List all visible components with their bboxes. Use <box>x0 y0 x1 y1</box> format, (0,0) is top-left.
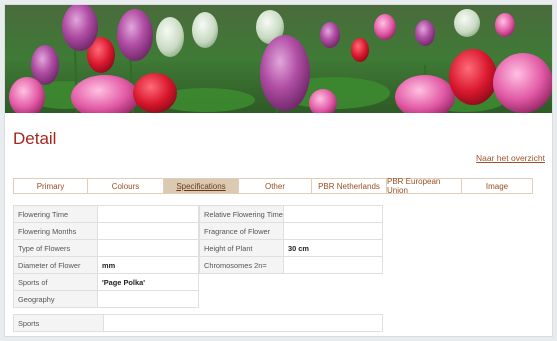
field-value <box>97 205 199 223</box>
table-row: Geography <box>13 290 199 308</box>
field-value: mm <box>97 256 199 274</box>
table-row: Diameter of Flower mm <box>13 256 199 274</box>
overview-link[interactable]: Naar het overzicht <box>476 153 545 163</box>
field-value <box>283 256 383 274</box>
field-value <box>283 222 383 240</box>
tab-colours[interactable]: Colours <box>88 179 164 193</box>
field-value <box>97 239 199 257</box>
table-row: Fragrance of Flower <box>199 222 383 240</box>
table-row: Height of Plant 30 cm <box>199 239 383 257</box>
field-label: Geography <box>13 290 98 308</box>
table-row: Sports of 'Page Polka' <box>13 273 199 291</box>
field-label: Type of Flowers <box>13 239 98 257</box>
field-label: Flowering Time <box>13 205 98 223</box>
field-label: Sports <box>14 315 104 331</box>
page-frame: Detail Naar het overzicht Primary Colour… <box>4 4 553 337</box>
tab-primary[interactable]: Primary <box>14 179 88 193</box>
tab-pbr-netherlands[interactable]: PBR Netherlands <box>312 179 387 193</box>
tab-image[interactable]: Image <box>462 179 532 193</box>
field-label: Height of Plant <box>199 239 284 257</box>
field-value <box>97 290 199 308</box>
specs-table-left: Flowering Time Flowering Months Type of … <box>13 205 199 308</box>
field-value: 'Page Polka' <box>97 273 199 291</box>
table-row: Type of Flowers <box>13 239 199 257</box>
field-label: Diameter of Flower <box>13 256 98 274</box>
field-value <box>104 315 382 331</box>
table-row: Chromosomes 2n= <box>199 256 383 274</box>
tab-pbr-european-union[interactable]: PBR European Union <box>387 177 462 195</box>
tab-specifications[interactable]: Specifications <box>164 179 239 193</box>
field-value <box>97 222 199 240</box>
page-title: Detail <box>13 129 57 148</box>
field-label: Fragrance of Flower <box>199 222 284 240</box>
field-label: Chromosomes 2n= <box>199 256 284 274</box>
table-row: Flowering Months <box>13 222 199 240</box>
field-value <box>283 205 383 223</box>
field-label: Sports of <box>13 273 98 291</box>
table-row: Flowering Time <box>13 205 199 223</box>
field-label: Relative Flowering Time <box>199 205 284 223</box>
tab-bar: Primary Colours Specifications Other PBR… <box>13 177 533 195</box>
sports-row: Sports <box>13 314 383 332</box>
field-value: 30 cm <box>283 239 383 257</box>
tulip-banner-image <box>5 5 552 113</box>
specs-table-right: Relative Flowering Time Fragrance of Flo… <box>199 205 383 274</box>
field-label: Flowering Months <box>13 222 98 240</box>
tab-other[interactable]: Other <box>239 179 312 193</box>
table-row: Relative Flowering Time <box>199 205 383 223</box>
